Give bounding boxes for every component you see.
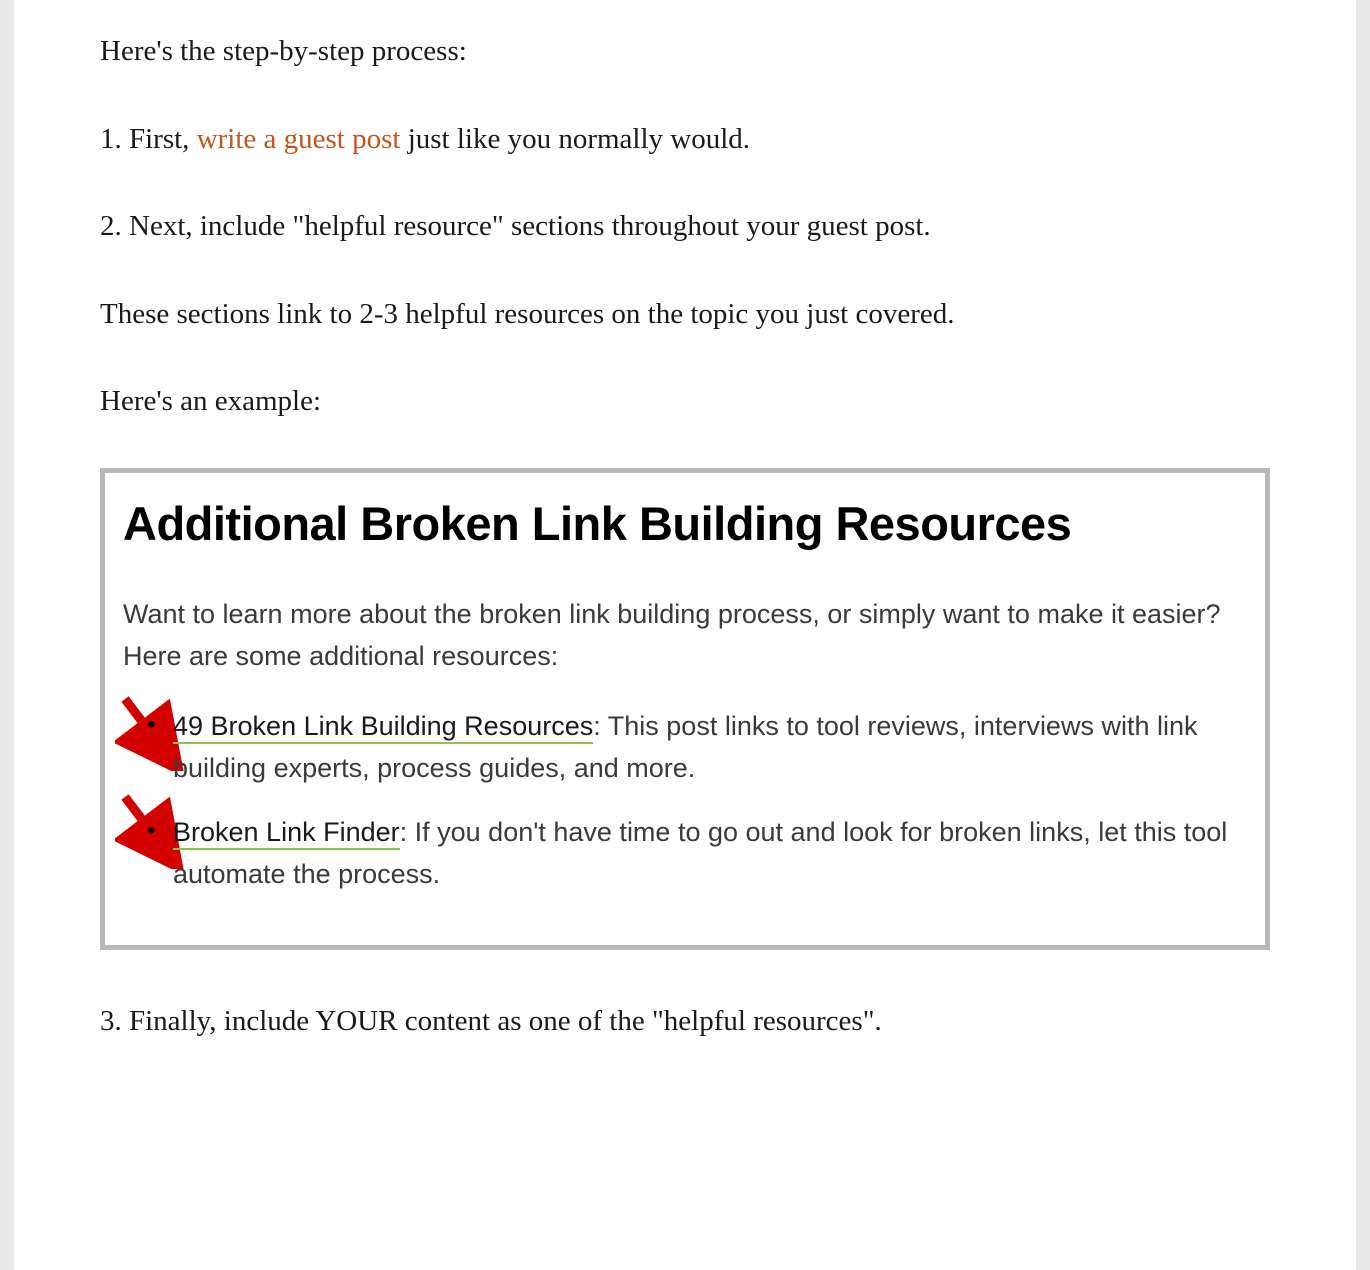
example-heading: Additional Broken Link Building Resource… — [123, 491, 1247, 557]
example-intro: Want to learn more about the broken link… — [123, 594, 1247, 678]
step-1: 1. First, write a guest post just like y… — [100, 118, 1270, 162]
step-1-prefix: 1. First, — [100, 123, 197, 155]
step-2b: These sections link to 2-3 helpful resou… — [100, 293, 1270, 337]
example-lead: Here's an example: — [100, 380, 1270, 424]
intro-text: Here's the step-by-step process: — [100, 30, 1270, 74]
article-page: Here's the step-by-step process: 1. Firs… — [0, 0, 1370, 1270]
list-item: Broken Link Finder: If you don't have ti… — [171, 812, 1247, 896]
resource-link[interactable]: Broken Link Finder — [173, 817, 400, 850]
resource-list: 49 Broken Link Building Resources: This … — [123, 706, 1247, 895]
example-box: Additional Broken Link Building Resource… — [100, 468, 1270, 951]
colon: : — [593, 711, 601, 741]
step-2: 2. Next, include "helpful resource" sect… — [100, 205, 1270, 249]
colon: : — [400, 817, 408, 847]
list-item: 49 Broken Link Building Resources: This … — [171, 706, 1247, 790]
step-3: 3. Finally, include YOUR content as one … — [100, 1000, 1270, 1044]
step-1-suffix: just like you normally would. — [400, 123, 750, 155]
resource-link[interactable]: 49 Broken Link Building Resources — [173, 711, 593, 744]
guest-post-link[interactable]: write a guest post — [197, 123, 401, 155]
